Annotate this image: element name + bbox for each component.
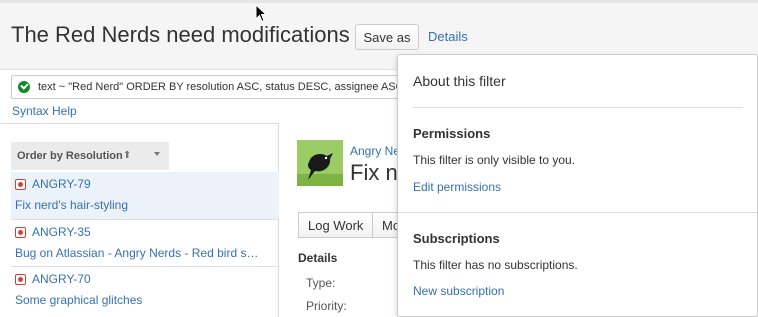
bug-icon [15, 227, 26, 238]
priority-field-label: Priority: [306, 299, 347, 313]
top-divider [0, 0, 758, 3]
issue-list-panel: Order by Resolution ⬆ ANGRY-79 Fix nerd'… [0, 123, 279, 317]
project-avatar [297, 140, 343, 186]
issue-summary[interactable]: Fix nerd's hair-styling [15, 198, 277, 212]
about-filter-heading: About this filter [413, 73, 506, 89]
log-work-button[interactable]: Log Work [298, 212, 373, 238]
sort-ascending-icon[interactable]: ⬆ [123, 150, 131, 161]
issue-summary[interactable]: Some graphical glitches [15, 293, 277, 307]
subscriptions-text: This filter has no subscriptions. [413, 258, 578, 272]
crow-icon [297, 140, 343, 186]
new-subscription-link[interactable]: New subscription [413, 284, 504, 298]
mouse-cursor-icon [255, 4, 268, 23]
check-circle-icon [18, 81, 30, 93]
syntax-help-link[interactable]: Syntax Help [12, 104, 77, 118]
type-field-label: Type: [306, 276, 336, 290]
permissions-heading: Permissions [413, 126, 491, 141]
order-by-dropdown[interactable]: Order by Resolution ⬆ [11, 142, 169, 170]
issue-list-item[interactable]: ANGRY-70 Some graphical glitches [11, 266, 279, 313]
save-as-button[interactable]: Save as [355, 24, 419, 50]
permissions-text: This filter is only visible to you. [413, 153, 576, 167]
details-link[interactable]: Details [428, 29, 468, 44]
more-button[interactable]: Mo [372, 212, 398, 238]
issue-key[interactable]: ANGRY-70 [32, 272, 91, 286]
order-by-label: Order by Resolution [17, 150, 123, 162]
divider [398, 212, 757, 213]
reporter-link[interactable]: Angry Ne [350, 144, 400, 158]
issue-list-item[interactable]: ANGRY-79 Fix nerd's hair-styling [11, 172, 279, 219]
filter-title: The Red Nerds need modifications [11, 22, 350, 47]
jql-search-input[interactable]: text ~ "Red Nerd" ORDER BY resolution AS… [11, 75, 404, 99]
bug-icon [15, 274, 26, 285]
chevron-down-icon[interactable] [154, 152, 160, 156]
bug-icon [15, 179, 26, 190]
issue-summary[interactable]: Bug on Atlassian - Angry Nerds - Red bir… [15, 246, 277, 260]
edit-permissions-link[interactable]: Edit permissions [413, 180, 501, 194]
issue-list-item[interactable]: ANGRY-35 Bug on Atlassian - Angry Nerds … [11, 219, 279, 266]
subscriptions-heading: Subscriptions [413, 231, 500, 246]
divider [413, 107, 743, 108]
filter-details-dropdown: About this filter Permissions This filte… [397, 54, 758, 317]
details-heading: Details [298, 251, 338, 265]
issue-key[interactable]: ANGRY-79 [32, 177, 91, 191]
issue-key[interactable]: ANGRY-35 [32, 225, 91, 239]
jql-query-text: text ~ "Red Nerd" ORDER BY resolution AS… [38, 81, 404, 93]
